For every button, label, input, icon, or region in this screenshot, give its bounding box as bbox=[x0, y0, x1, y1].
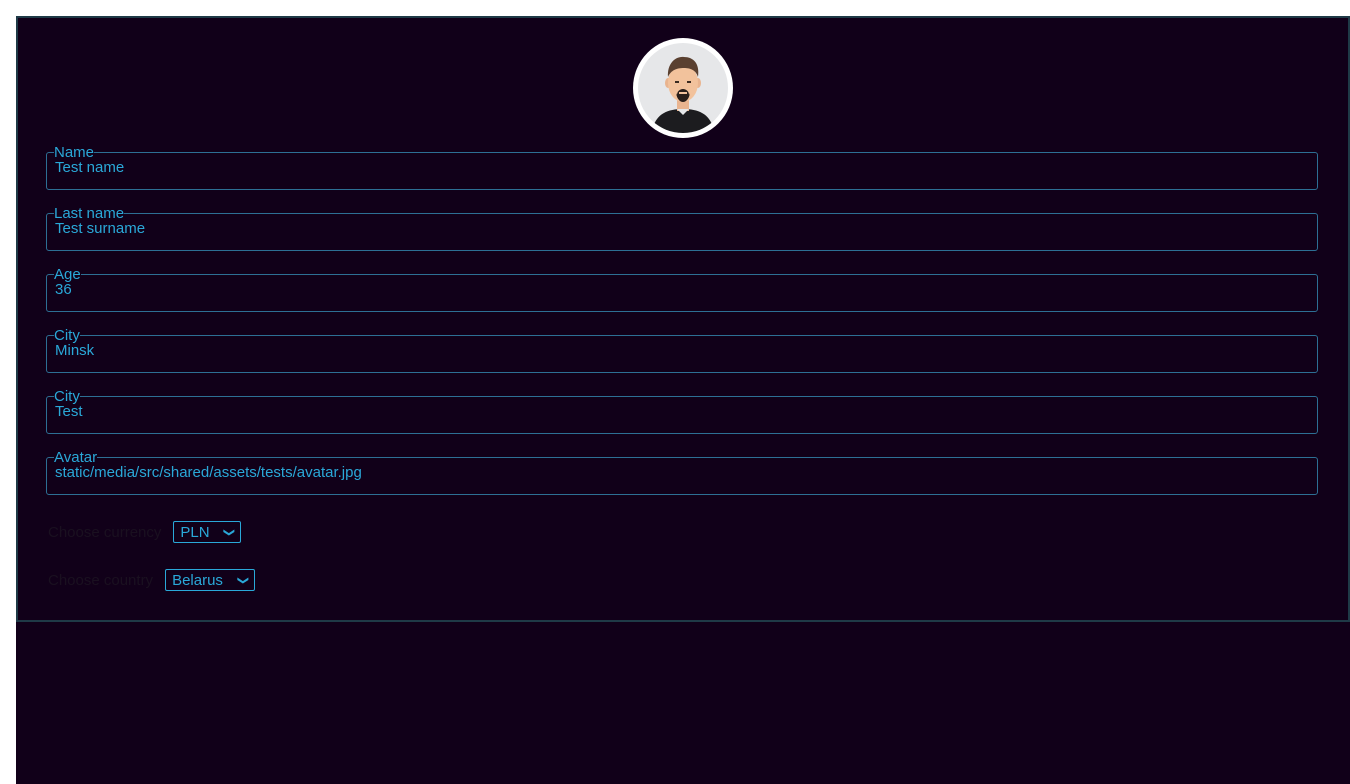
name-input[interactable]: Test name bbox=[55, 158, 1309, 178]
profile-card: Name Test name Last name Test surname Ag… bbox=[16, 16, 1350, 622]
avatar bbox=[633, 38, 733, 138]
avatar-input[interactable]: static/media/src/shared/assets/tests/ava… bbox=[55, 463, 1309, 483]
country-select[interactable]: Belarus ❯ bbox=[165, 569, 256, 591]
country-label: Choose country bbox=[48, 571, 154, 589]
last-name-field: Last name Test surname bbox=[46, 206, 1318, 251]
avatar-image bbox=[638, 43, 728, 133]
city-input-2[interactable]: Test bbox=[55, 402, 1309, 422]
chevron-down-icon: ❯ bbox=[223, 527, 236, 537]
name-field: Name Test name bbox=[46, 145, 1318, 190]
country-selected-value: Belarus bbox=[172, 571, 223, 589]
chevron-down-icon: ❯ bbox=[236, 575, 249, 585]
user-avatar-icon bbox=[652, 56, 714, 133]
currency-selected-value: PLN bbox=[180, 523, 210, 541]
avatar-field: Avatar static/media/src/shared/assets/te… bbox=[46, 450, 1318, 495]
country-row: Choose country Belarus ❯ bbox=[48, 569, 256, 591]
age-field: Age 36 bbox=[46, 267, 1318, 312]
age-input[interactable]: 36 bbox=[55, 280, 1309, 300]
currency-row: Choose currency PLN ❯ bbox=[48, 521, 242, 543]
city-field-2: City Test bbox=[46, 389, 1318, 434]
last-name-input[interactable]: Test surname bbox=[55, 219, 1309, 239]
city-input[interactable]: Minsk bbox=[55, 341, 1309, 361]
city-field: City Minsk bbox=[46, 328, 1318, 373]
currency-select[interactable]: PLN ❯ bbox=[173, 521, 242, 543]
currency-label: Choose currency bbox=[48, 523, 162, 541]
